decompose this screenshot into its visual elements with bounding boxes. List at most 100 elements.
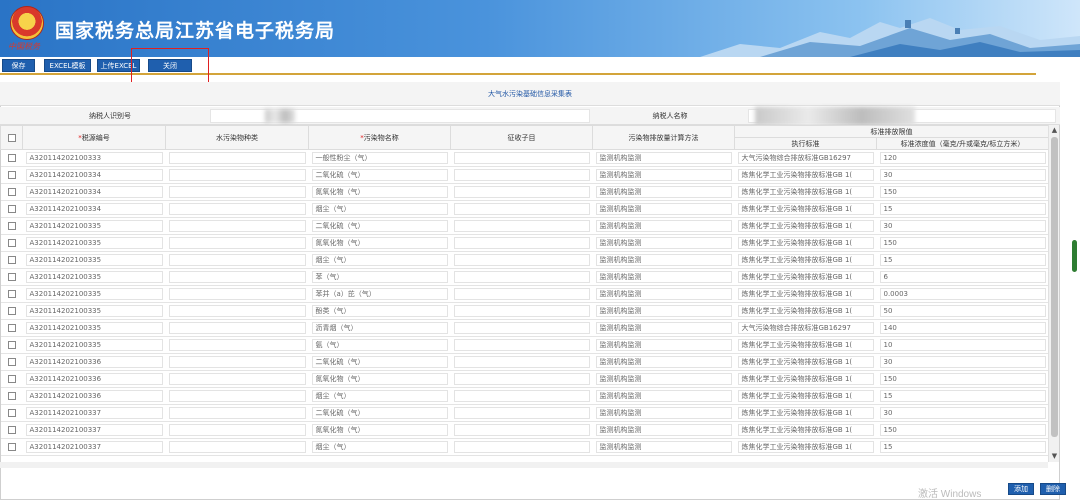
standard-concentration-field[interactable]: 0.0003 bbox=[879, 288, 1046, 300]
water-pollutant-type-field[interactable] bbox=[168, 305, 306, 317]
water-pollutant-type-field[interactable] bbox=[168, 441, 306, 453]
exec-standard-field[interactable]: 炼焦化学工业污染物排放标准GB 1( bbox=[737, 339, 874, 351]
table-row[interactable]: A320114202100335 苯（气） 监测机构监测 炼焦化学工业污染物排放标准G… bbox=[0, 268, 1049, 286]
add-button[interactable]: 添加 bbox=[1008, 483, 1034, 495]
tax-sub-item-field[interactable] bbox=[453, 271, 590, 283]
exec-standard-field[interactable]: 炼焦化学工业污染物排放标准GB 1( bbox=[737, 441, 874, 453]
tax-source-no-field[interactable]: A320114202100336 bbox=[25, 373, 163, 385]
tax-sub-item-field[interactable] bbox=[453, 339, 590, 351]
pollutant-name-field[interactable]: 氮氧化物（气） bbox=[311, 373, 448, 385]
table-row[interactable]: A320114202100335 沥青烟（气） 监测机构监测 大气污染物综合排放标准G… bbox=[0, 319, 1049, 337]
calc-method-field[interactable]: 监测机构监测 bbox=[595, 203, 732, 215]
excel-template-button[interactable]: EXCEL模板 bbox=[44, 59, 91, 72]
table-row[interactable]: A320114202100337 烟尘（气） 监测机构监测 炼焦化学工业污染物排放标准… bbox=[0, 438, 1049, 456]
delete-button[interactable]: 删除 bbox=[1040, 483, 1066, 495]
tax-source-no-field[interactable]: A320114202100335 bbox=[25, 220, 163, 232]
exec-standard-field[interactable]: 炼焦化学工业污染物排放标准GB 1( bbox=[737, 254, 874, 266]
row-checkbox[interactable] bbox=[7, 392, 16, 400]
pollutant-name-field[interactable]: 氮氧化物（气） bbox=[311, 424, 448, 436]
exec-standard-field[interactable]: 炼焦化学工业污染物排放标准GB 1( bbox=[737, 186, 874, 198]
row-checkbox[interactable] bbox=[7, 273, 16, 281]
pollutant-name-field[interactable]: 二氧化硫（气） bbox=[311, 356, 448, 368]
tax-sub-item-field[interactable] bbox=[453, 254, 590, 266]
row-checkbox[interactable] bbox=[7, 307, 16, 315]
tax-source-no-field[interactable]: A320114202100333 bbox=[25, 152, 163, 164]
calc-method-field[interactable]: 监测机构监测 bbox=[595, 305, 732, 317]
calc-method-field[interactable]: 监测机构监测 bbox=[595, 441, 732, 453]
standard-concentration-field[interactable]: 30 bbox=[879, 356, 1046, 368]
pollutant-name-field[interactable]: 酚类（气） bbox=[311, 305, 448, 317]
exec-standard-field[interactable]: 炼焦化学工业污染物排放标准GB 1( bbox=[737, 220, 874, 232]
table-row[interactable]: A320114202100334 二氧化硫（气） 监测机构监测 炼焦化学工业污染物排放… bbox=[0, 166, 1049, 184]
tax-source-no-field[interactable]: A320114202100335 bbox=[25, 339, 163, 351]
calc-method-field[interactable]: 监测机构监测 bbox=[595, 356, 732, 368]
table-row[interactable]: A320114202100336 烟尘（气） 监测机构监测 炼焦化学工业污染物排放标准… bbox=[0, 387, 1049, 405]
table-row[interactable]: A320114202100335 氮氧化物（气） 监测机构监测 炼焦化学工业污染物排放… bbox=[0, 234, 1049, 252]
standard-concentration-field[interactable]: 15 bbox=[879, 390, 1046, 402]
tax-source-no-field[interactable]: A320114202100336 bbox=[25, 356, 163, 368]
water-pollutant-type-field[interactable] bbox=[168, 152, 306, 164]
table-row[interactable]: A320114202100335 氨（气） 监测机构监测 炼焦化学工业污染物排放标准G… bbox=[0, 336, 1049, 354]
exec-standard-field[interactable]: 炼焦化学工业污染物排放标准GB 1( bbox=[737, 203, 874, 215]
tax-sub-item-field[interactable] bbox=[453, 220, 590, 232]
tax-source-no-field[interactable]: A320114202100337 bbox=[25, 407, 163, 419]
calc-method-field[interactable]: 监测机构监测 bbox=[595, 424, 732, 436]
calc-method-field[interactable]: 监测机构监测 bbox=[595, 237, 732, 249]
pollutant-name-field[interactable]: 烟尘（气） bbox=[311, 390, 448, 402]
row-checkbox[interactable] bbox=[7, 205, 16, 213]
calc-method-field[interactable]: 监测机构监测 bbox=[595, 220, 732, 232]
water-pollutant-type-field[interactable] bbox=[168, 169, 306, 181]
row-checkbox[interactable] bbox=[7, 256, 16, 264]
water-pollutant-type-field[interactable] bbox=[168, 271, 306, 283]
tax-sub-item-field[interactable] bbox=[453, 322, 590, 334]
vertical-scrollbar[interactable]: ▲ ▼ bbox=[1048, 125, 1059, 462]
water-pollutant-type-field[interactable] bbox=[168, 339, 306, 351]
tax-sub-item-field[interactable] bbox=[453, 441, 590, 453]
water-pollutant-type-field[interactable] bbox=[168, 373, 306, 385]
tax-sub-item-field[interactable] bbox=[453, 169, 590, 181]
scroll-up-icon[interactable]: ▲ bbox=[1050, 126, 1059, 135]
table-row[interactable]: A320114202100335 苯并（a）芘（气） 监测机构监测 炼焦化学工业污染物… bbox=[0, 285, 1049, 303]
water-pollutant-type-field[interactable] bbox=[168, 186, 306, 198]
side-handle[interactable] bbox=[1072, 240, 1077, 272]
standard-concentration-field[interactable]: 30 bbox=[879, 220, 1046, 232]
water-pollutant-type-field[interactable] bbox=[168, 237, 306, 249]
pollutant-name-field[interactable]: 氮氧化物（气） bbox=[311, 237, 448, 249]
tax-source-no-field[interactable]: A320114202100337 bbox=[25, 441, 163, 453]
standard-concentration-field[interactable]: 140 bbox=[879, 322, 1046, 334]
calc-method-field[interactable]: 监测机构监测 bbox=[595, 373, 732, 385]
exec-standard-field[interactable]: 炼焦化学工业污染物排放标准GB 1( bbox=[737, 288, 874, 300]
horizontal-scrollbar[interactable] bbox=[0, 462, 1048, 468]
exec-standard-field[interactable]: 炼焦化学工业污染物排放标准GB 1( bbox=[737, 169, 874, 181]
tax-sub-item-field[interactable] bbox=[453, 305, 590, 317]
tax-sub-item-field[interactable] bbox=[453, 288, 590, 300]
tax-source-no-field[interactable]: A320114202100335 bbox=[25, 237, 163, 249]
exec-standard-field[interactable]: 炼焦化学工业污染物排放标准GB 1( bbox=[737, 373, 874, 385]
row-checkbox[interactable] bbox=[7, 341, 16, 349]
calc-method-field[interactable]: 监测机构监测 bbox=[595, 390, 732, 402]
tax-source-no-field[interactable]: A320114202100336 bbox=[25, 390, 163, 402]
row-checkbox[interactable] bbox=[7, 324, 16, 332]
save-button[interactable]: 保存 bbox=[2, 59, 35, 72]
calc-method-field[interactable]: 监测机构监测 bbox=[595, 288, 732, 300]
standard-concentration-field[interactable]: 120 bbox=[879, 152, 1046, 164]
table-row[interactable]: A320114202100337 二氧化硫（气） 监测机构监测 炼焦化学工业污染物排放… bbox=[0, 404, 1049, 422]
tax-sub-item-field[interactable] bbox=[453, 424, 590, 436]
standard-concentration-field[interactable]: 15 bbox=[879, 441, 1046, 453]
pollutant-name-field[interactable]: 氮氧化物（气） bbox=[311, 186, 448, 198]
select-all-checkbox[interactable] bbox=[7, 133, 16, 142]
standard-concentration-field[interactable]: 150 bbox=[879, 237, 1046, 249]
standard-concentration-field[interactable]: 30 bbox=[879, 407, 1046, 419]
exec-standard-field[interactable]: 炼焦化学工业污染物排放标准GB 1( bbox=[737, 305, 874, 317]
select-all-header[interactable] bbox=[0, 125, 23, 150]
standard-concentration-field[interactable]: 150 bbox=[879, 186, 1046, 198]
table-row[interactable]: A320114202100336 二氧化硫（气） 监测机构监测 炼焦化学工业污染物排放… bbox=[0, 353, 1049, 371]
calc-method-field[interactable]: 监测机构监测 bbox=[595, 339, 732, 351]
calc-method-field[interactable]: 监测机构监测 bbox=[595, 254, 732, 266]
row-checkbox[interactable] bbox=[7, 239, 16, 247]
pollutant-name-field[interactable]: 苯并（a）芘（气） bbox=[311, 288, 448, 300]
tax-sub-item-field[interactable] bbox=[453, 237, 590, 249]
row-checkbox[interactable] bbox=[7, 358, 16, 366]
water-pollutant-type-field[interactable] bbox=[168, 322, 306, 334]
tax-sub-item-field[interactable] bbox=[453, 407, 590, 419]
